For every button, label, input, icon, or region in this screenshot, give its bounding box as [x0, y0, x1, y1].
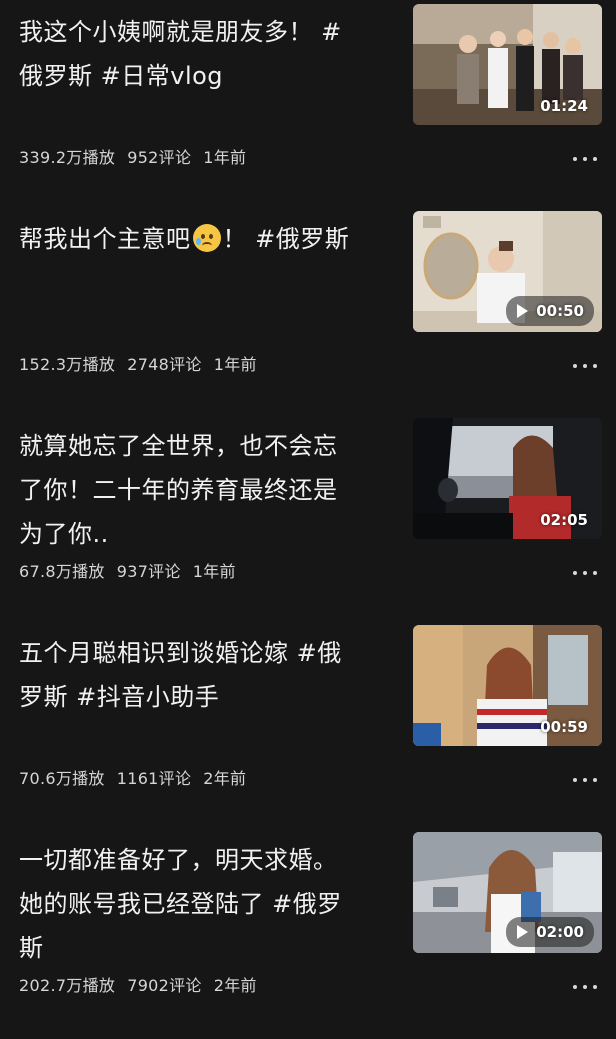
video-duration: 00:59: [540, 718, 588, 736]
play-count: 70.6万播放: [19, 769, 105, 788]
video-title[interactable]: 五个月聪相识到谈婚论嫁 #俄 罗斯 #抖音小助手: [19, 631, 389, 719]
play-count: 67.8万播放: [19, 562, 105, 581]
more-dots-icon[interactable]: [570, 568, 600, 578]
video-thumbnail[interactable]: 02:05: [413, 418, 602, 539]
video-feed: 我这个小姨啊就是朋友多！ # 俄罗斯 #日常vlog 01:24 339.2万播…: [0, 0, 616, 1024]
video-item[interactable]: 一切都准备好了，明天求婚。 她的账号我已经登陆了 #俄罗 斯 02:00 202…: [0, 832, 616, 1039]
sad-tear-emoji-icon: [192, 224, 221, 252]
more-dots-icon[interactable]: [570, 775, 600, 785]
comment-count: 2748评论: [127, 355, 202, 374]
duration-text: 02:00: [536, 923, 584, 941]
comment-count: 952评论: [127, 148, 192, 167]
video-item[interactable]: 五个月聪相识到谈婚论嫁 #俄 罗斯 #抖音小助手 00:59 70.6万播放 11…: [0, 625, 616, 832]
video-title[interactable]: 就算她忘了全世界，也不会忘 了你！二十年的养育最终还是 为了你..: [19, 424, 389, 556]
more-dots-icon[interactable]: [570, 361, 600, 371]
video-duration: 00:50: [506, 296, 594, 326]
comment-count: 1161评论: [116, 769, 192, 788]
video-title-text: ！ #俄罗斯: [222, 225, 350, 253]
post-age: 1年前: [203, 148, 247, 167]
duration-text: 00:50: [536, 302, 584, 320]
post-age: 1年前: [213, 355, 257, 374]
play-count: 202.7万播放: [19, 976, 116, 995]
video-item[interactable]: 我这个小姨啊就是朋友多！ # 俄罗斯 #日常vlog 01:24 339.2万播…: [0, 4, 616, 211]
video-duration: 01:24: [540, 97, 588, 115]
play-icon: [517, 304, 529, 318]
post-age: 1年前: [192, 562, 236, 581]
more-dots-icon[interactable]: [570, 982, 600, 992]
video-item[interactable]: 就算她忘了全世界，也不会忘 了你！二十年的养育最终还是 为了你.. 02:05 …: [0, 418, 616, 625]
video-stats: 339.2万播放 952评论 1年前: [19, 144, 258, 168]
video-item[interactable]: 帮我出个主意吧 ！ #俄罗斯 00:50 152.3万播放 2748评论 1年前: [0, 211, 616, 418]
play-icon: [517, 925, 529, 939]
post-age: 2年前: [213, 976, 257, 995]
video-stats: 152.3万播放 2748评论 1年前: [19, 351, 269, 375]
video-stats: 67.8万播放 937评论 1年前: [19, 558, 248, 582]
comment-count: 7902评论: [127, 976, 202, 995]
video-title-text: 帮我出个主意吧: [19, 225, 191, 253]
play-count: 152.3万播放: [19, 355, 116, 374]
video-title[interactable]: 一切都准备好了，明天求婚。 她的账号我已经登陆了 #俄罗 斯: [19, 838, 389, 970]
video-duration: 02:05: [540, 511, 588, 529]
video-thumbnail[interactable]: 00:50: [413, 211, 602, 332]
video-stats: 70.6万播放 1161评论 2年前: [19, 765, 258, 789]
video-thumbnail[interactable]: 01:24: [413, 4, 602, 125]
comment-count: 937评论: [116, 562, 181, 581]
post-age: 2年前: [203, 769, 247, 788]
play-count: 339.2万播放: [19, 148, 116, 167]
video-stats: 202.7万播放 7902评论 2年前: [19, 972, 269, 996]
more-dots-icon[interactable]: [570, 154, 600, 164]
video-title[interactable]: 帮我出个主意吧 ！ #俄罗斯: [19, 217, 389, 261]
video-title[interactable]: 我这个小姨啊就是朋友多！ # 俄罗斯 #日常vlog: [19, 10, 389, 98]
video-thumbnail[interactable]: 02:00: [413, 832, 602, 953]
video-duration: 02:00: [506, 917, 594, 947]
video-thumbnail[interactable]: 00:59: [413, 625, 602, 746]
